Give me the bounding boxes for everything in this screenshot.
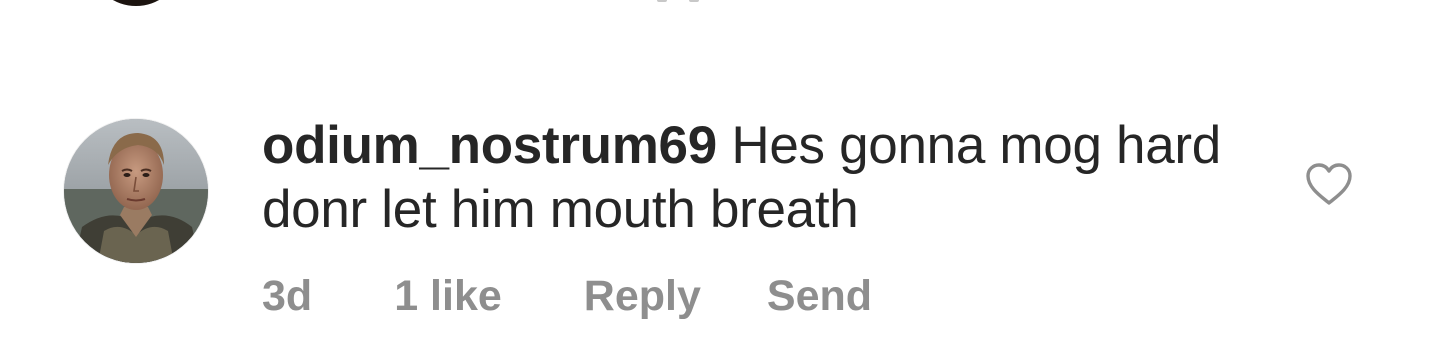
comment-item: odium_nostrum69 Hes gonna mog hard donr … bbox=[0, 0, 1440, 356]
comments-page: odium_nostrum69 Hes gonna mog hard donr … bbox=[0, 0, 1440, 356]
avatar[interactable] bbox=[64, 119, 208, 263]
send-button[interactable]: Send bbox=[767, 272, 872, 321]
comment-username[interactable]: odium_nostrum69 bbox=[262, 116, 717, 175]
comment-meta-row: 3d 1 like Reply Send bbox=[262, 268, 872, 324]
like-button[interactable] bbox=[1300, 158, 1358, 210]
avatar-image bbox=[64, 119, 208, 263]
comment-timestamp: 3d bbox=[262, 271, 313, 320]
comment-body: odium_nostrum69 Hes gonna mog hard donr … bbox=[262, 114, 1282, 242]
comment-like-count[interactable]: 1 like bbox=[394, 272, 502, 321]
heart-outline-icon bbox=[1306, 163, 1352, 205]
reply-button[interactable]: Reply bbox=[584, 272, 701, 321]
